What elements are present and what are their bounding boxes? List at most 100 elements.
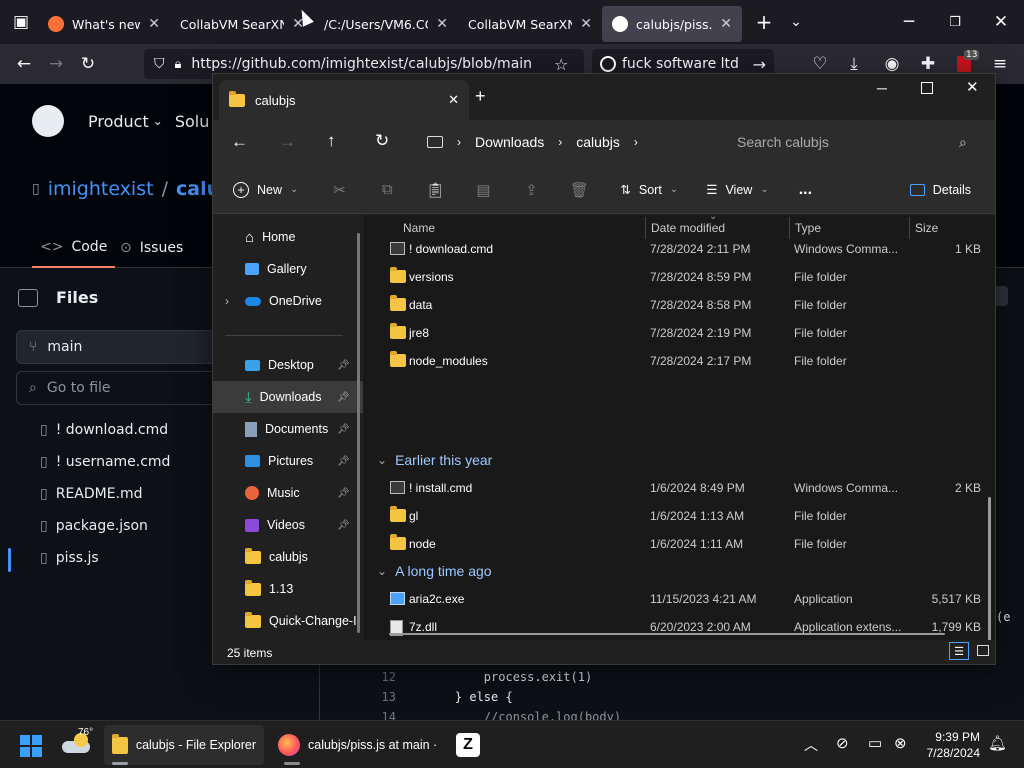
maximize-icon[interactable] [921,82,933,94]
file-row[interactable]: gl 1/6/2024 1:13 AM File folder [363,502,995,530]
chevron-up-icon[interactable]: ︿ [804,735,818,755]
nav-calubjs[interactable]: calubjs [213,541,363,573]
nav-downloads[interactable]: ⤓ Downloads 📌︎ [213,381,363,413]
file-row[interactable]: data 7/28/2024 8:58 PM File folder [363,291,995,319]
browser-tab-1[interactable]: What's new with ✕ [38,6,170,42]
column-name[interactable]: Name [403,221,435,235]
nav-quick-change[interactable]: Quick-Change-I [213,605,363,637]
address-bar[interactable]: › Downloads › calubjs › [413,123,713,161]
tab-list-icon[interactable]: ▣ [4,6,38,38]
browser-tab-2[interactable]: CollabVM SearXNG ✕ [170,6,314,42]
taskbar-zapp[interactable]: Z [448,725,488,765]
bookmark-star-icon[interactable]: ☆ [554,55,568,74]
pin-icon[interactable]: 📌︎ [337,392,350,403]
github-logo-icon[interactable] [32,105,64,137]
browser-tab-4[interactable]: CollabVM SearXNG ✕ [458,6,602,42]
taskbar-firefox[interactable]: calubjs/piss.js at main · [270,725,438,765]
nav-documents[interactable]: Documents 📌︎ [213,413,363,445]
reload-icon[interactable]: ↻ [72,48,104,80]
view-button[interactable]: ☰ View ⌄ [706,182,768,198]
nav-1-13[interactable]: 1.13 [213,573,363,605]
nav-music[interactable]: Music 📌︎ [213,477,363,509]
network-off-icon[interactable]: ⊘ [836,734,849,752]
file-tree-item[interactable]: ▯ README.md [40,486,143,502]
refresh-icon[interactable]: ↻ [375,131,389,151]
repo-owner-link[interactable]: imightexist [48,178,154,200]
close-tab-icon[interactable]: ✕ [448,92,459,108]
pin-icon[interactable]: 📌︎ [337,424,350,435]
file-tree-item-selected[interactable]: ▯ piss.js [40,550,99,566]
back-icon[interactable]: ← [231,132,248,152]
tab-issues[interactable]: ⊙ Issues [120,228,183,268]
minimize-icon[interactable]: ─ [877,80,887,96]
display-icon[interactable]: ▭ [868,734,882,752]
pin-icon[interactable]: 📌︎ [337,488,350,499]
breadcrumb-calubjs[interactable]: calubjs [576,134,620,150]
column-date[interactable]: Date modified [651,221,725,235]
details-view-icon[interactable]: ☰ [949,642,969,660]
up-icon[interactable]: ↑ [327,131,336,151]
details-button[interactable]: Details [909,183,971,197]
breadcrumb-downloads[interactable]: Downloads [475,134,544,150]
column-size[interactable]: Size [915,221,938,235]
shield-icon[interactable]: ⛉ [154,56,165,72]
close-tab-icon[interactable]: ✕ [148,16,160,32]
file-row[interactable]: jre8 7/28/2024 2:19 PM File folder [363,319,995,347]
new-tab-icon[interactable]: + [475,86,486,107]
cut-icon[interactable]: ✂ [328,179,350,201]
restore-icon[interactable]: ❐ [932,6,978,38]
group-header-earlier[interactable]: ⌄ Earlier this year [377,448,492,472]
volume-icon[interactable]: ⊗ [894,734,907,752]
nav-videos[interactable]: Videos 📌︎ [213,509,363,541]
nav-desktop[interactable]: Desktop 📌︎ [213,349,363,381]
file-row[interactable]: ! install.cmd 1/6/2024 8:49 PM Windows Com… [363,474,995,502]
delete-icon[interactable]: 🗑︎ [568,179,590,201]
close-tab-icon[interactable]: ✕ [580,16,592,32]
close-tab-icon[interactable]: ✕ [720,16,732,32]
file-row[interactable]: aria2c.exe 11/15/2023 4:21 AM Application 5… [363,585,995,613]
more-options-button[interactable]: ... [799,181,812,199]
forward-icon[interactable]: → [279,132,296,152]
nav-product[interactable]: Product [88,112,149,131]
browser-tab-5[interactable]: calubjs/piss.js at ✕ [602,6,742,42]
file-row[interactable]: node_modules 7/28/2024 2:17 PM File folder [363,347,995,375]
paste-icon[interactable]: 📋︎ [424,179,446,201]
group-header-long-ago[interactable]: ⌄ A long time ago [377,559,492,583]
clock[interactable]: 9:39 PM 7/28/2024 [922,729,980,761]
chevron-down-icon[interactable]: ⌄ [780,6,812,38]
close-tab-icon[interactable]: ✕ [436,16,448,32]
sort-button[interactable]: ⇅ Sort ⌄ [620,182,678,198]
nav-home[interactable]: ⌂ Home [213,221,363,253]
notification-bell-icon[interactable]: 🔔︎ [988,734,1007,752]
minimize-icon[interactable]: ─ [886,6,932,38]
explorer-tab[interactable]: calubjs ✕ [219,80,469,120]
file-row[interactable]: ! download.cmd 7/28/2024 2:11 PM Windows C… [363,235,995,263]
new-tab-icon[interactable]: + [748,6,780,38]
search-go-icon[interactable]: → [753,55,766,74]
pin-icon[interactable]: 📌︎ [337,456,350,467]
nav-pane-scrollbar[interactable] [357,233,360,633]
vertical-scrollbar[interactable] [988,497,991,640]
file-row[interactable]: 7z.dll 6/20/2023 2:00 AM Application exten… [363,613,995,640]
close-window-icon[interactable]: ✕ [966,78,979,96]
pin-icon[interactable]: 📌︎ [337,520,350,531]
file-row[interactable]: node 1/6/2024 1:11 AM File folder [363,530,995,558]
lock-icon[interactable]: 🔒︎ [175,57,182,72]
close-window-icon[interactable]: ✕ [978,6,1024,38]
copy-icon[interactable]: ⧉ [376,179,398,201]
taskbar-file-explorer[interactable]: calubjs - File Explorer [104,725,264,765]
rename-icon[interactable]: ▤ [472,179,494,201]
column-type[interactable]: Type [795,221,821,235]
nav-gallery[interactable]: Gallery [213,253,363,285]
nav-pictures[interactable]: Pictures 📌︎ [213,445,363,477]
nav-onedrive[interactable]: › OneDrive [213,285,363,317]
back-icon[interactable]: ← [8,48,40,80]
new-button[interactable]: + New ⌄ [233,181,298,198]
weather-widget[interactable]: 76° [62,727,98,763]
horizontal-scrollbar[interactable] [389,633,945,635]
start-windows-icon[interactable] [20,735,42,757]
file-tree-item[interactable]: ▯ ! download.cmd [40,422,168,438]
file-row[interactable]: versions 7/28/2024 8:59 PM File folder [363,263,995,291]
file-tree-item[interactable]: ▯ package.json [40,518,148,534]
collapse-sidebar-icon[interactable] [18,288,38,307]
